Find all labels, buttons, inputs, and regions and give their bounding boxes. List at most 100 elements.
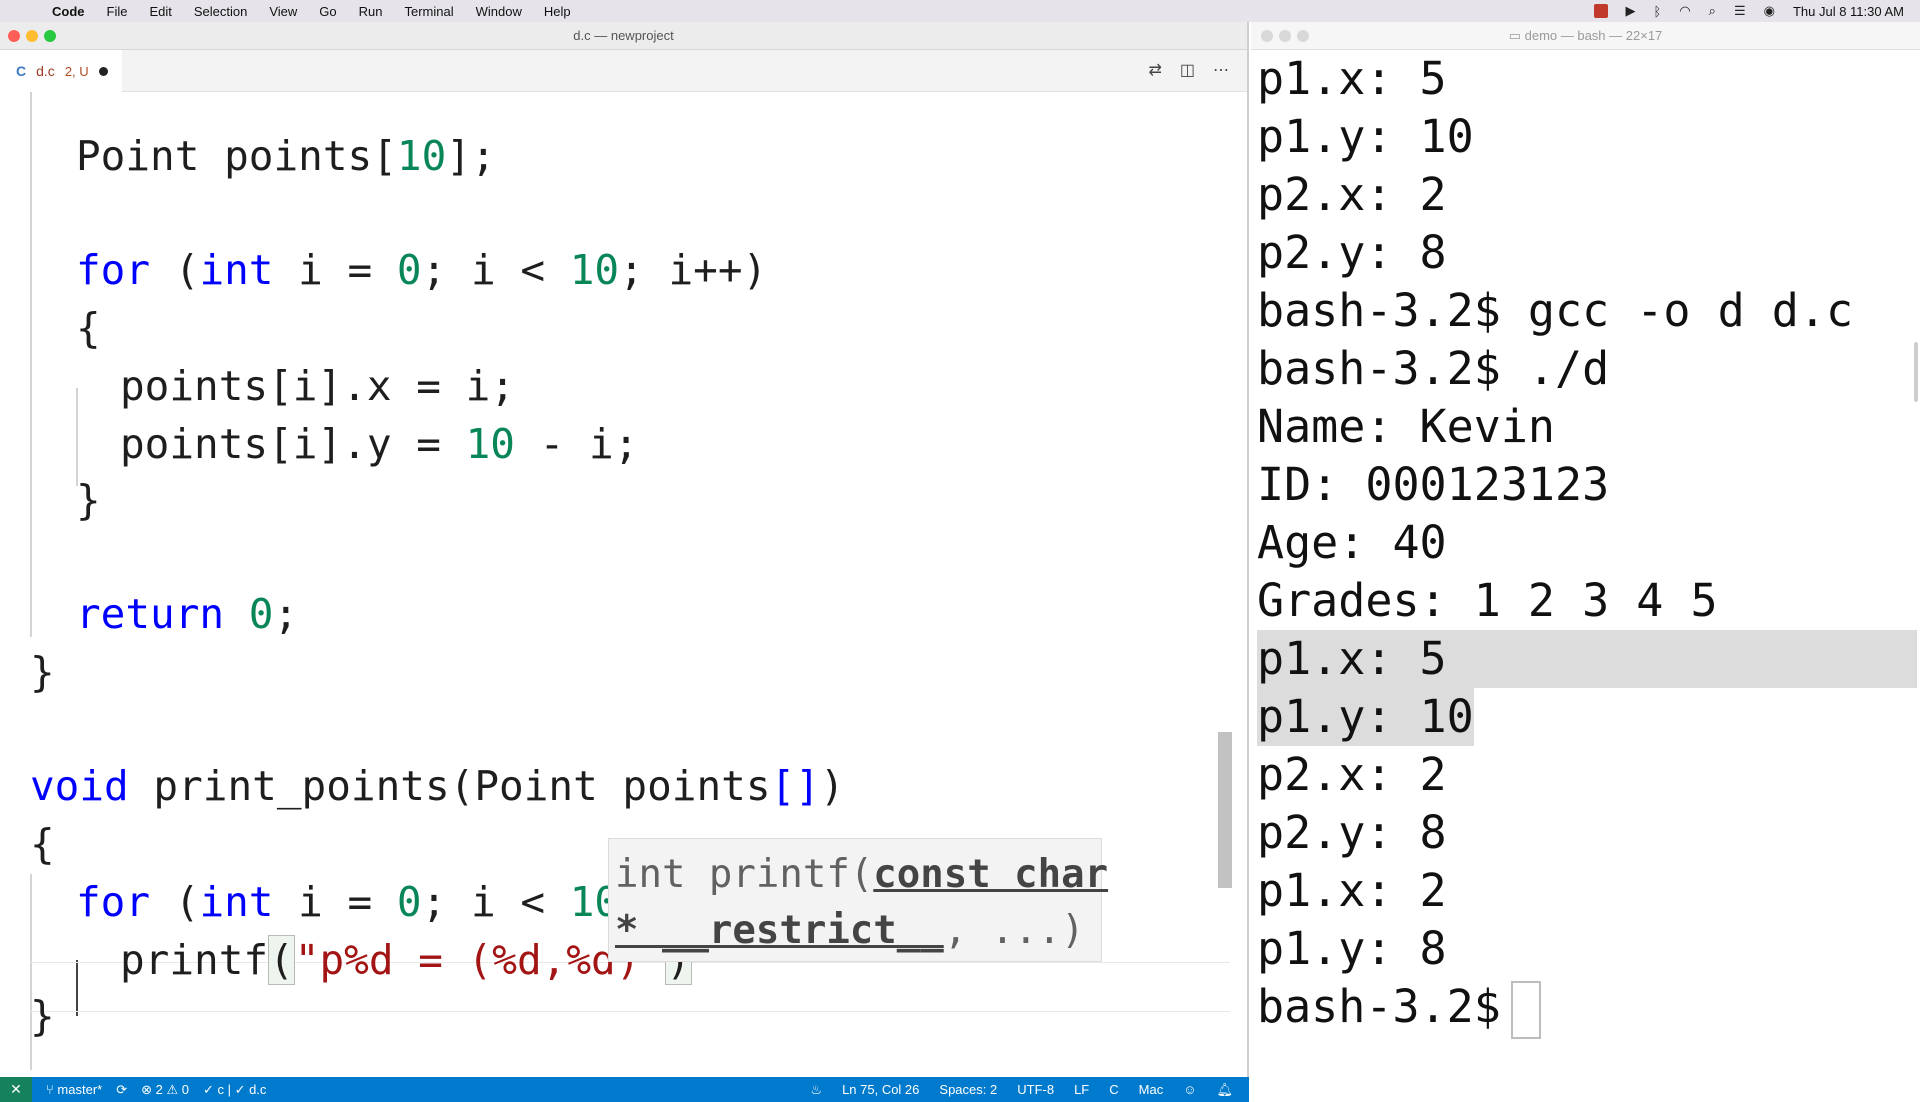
code-line: printf("p%d = (%d,%d)") xyxy=(120,935,692,985)
terminal-prompt-line[interactable]: bash-3.2$ xyxy=(1257,978,1917,1039)
menu-edit[interactable]: Edit xyxy=(149,4,171,19)
editor-scrollbar-thumb[interactable] xyxy=(1218,732,1232,888)
menu-go[interactable]: Go xyxy=(319,4,336,19)
wifi-icon[interactable]: ◠ xyxy=(1679,3,1690,19)
terminal-output[interactable]: p1.x: 5 p1.y: 10 p2.x: 2 p2.y: 8 bash-3.… xyxy=(1257,50,1917,1039)
code-token: print_points(Point points xyxy=(128,762,771,810)
editor-window: d.c — newproject C d.c 2, U ⇄ ◫ ⋯ Point … xyxy=(0,22,1249,1102)
platform-config[interactable]: Mac xyxy=(1139,1082,1164,1097)
unsaved-dot-icon[interactable] xyxy=(98,66,108,76)
terminal-line: p2.x: 2 xyxy=(1257,168,1447,221)
code-token: 10 xyxy=(465,420,515,468)
code-line: Point points[10]; xyxy=(76,132,496,180)
menu-help[interactable]: Help xyxy=(544,4,571,19)
parameter-hint-tooltip: int printf(const char * __restrict__, ..… xyxy=(608,838,1108,962)
code-token: } xyxy=(76,476,101,524)
cursor-position[interactable]: Ln 75, Col 26 xyxy=(842,1082,919,1097)
terminal-line: Age: 40 xyxy=(1257,516,1447,569)
code-token: int xyxy=(199,878,274,926)
terminal-line: p2.y: 8 xyxy=(1257,806,1447,859)
siri-icon[interactable]: ◉ xyxy=(1764,3,1775,19)
sync-icon[interactable]: ⟳ xyxy=(116,1082,127,1098)
code-token: int xyxy=(199,246,274,294)
code-token: } xyxy=(30,992,55,1040)
tab-git-status: 2, U xyxy=(64,63,89,79)
code-token: { xyxy=(30,820,55,868)
terminal-title-bar: ▭ demo — bash — 22×17 xyxy=(1251,22,1920,50)
code-token: - i; xyxy=(514,420,639,468)
code-token: ]; xyxy=(446,132,496,180)
lint-status[interactable]: ✓ c | ✓ d.c xyxy=(203,1082,266,1098)
terminal-line: p1.x: 2 xyxy=(1257,864,1447,917)
code-line: } xyxy=(30,648,55,696)
code-line: { xyxy=(30,820,55,868)
code-token: [] xyxy=(770,762,820,810)
menu-app-name[interactable]: Code xyxy=(52,4,85,19)
editor-title-bar: d.c — newproject xyxy=(0,22,1247,50)
open-changes-icon[interactable]: ⇄ xyxy=(1148,60,1161,80)
editor-window-title: d.c — newproject xyxy=(573,28,674,43)
terminal-line: Name: Kevin xyxy=(1257,400,1556,453)
code-token: ( xyxy=(150,878,200,926)
menu-window[interactable]: Window xyxy=(476,4,522,19)
menu-clock[interactable]: Thu Jul 8 11:30 AM xyxy=(1793,4,1904,19)
code-token: return xyxy=(76,590,225,638)
play-icon[interactable]: ▶ xyxy=(1626,3,1636,19)
terminal-minimize-button[interactable] xyxy=(1279,30,1291,42)
code-line: points[i].x = i; xyxy=(120,362,515,410)
notifications-bell-icon[interactable]: 🔔︎ xyxy=(1216,1082,1233,1098)
menu-run[interactable]: Run xyxy=(359,4,383,19)
terminal-scrollbar[interactable] xyxy=(1914,342,1918,402)
indentation-setting[interactable]: Spaces: 2 xyxy=(939,1082,997,1097)
status-bar-right: ♨ Ln 75, Col 26 Spaces: 2 UTF-8 LF C Mac… xyxy=(810,1077,1233,1102)
zoom-window-button[interactable] xyxy=(44,30,56,42)
c-file-icon: C xyxy=(16,63,27,79)
terminal-line: p2.y: 8 xyxy=(1257,226,1447,279)
editor-tab-bar: C d.c 2, U ⇄ ◫ ⋯ xyxy=(0,50,1247,92)
terminal-line: p1.y: 8 xyxy=(1257,922,1447,975)
tab-filename: d.c xyxy=(36,63,55,79)
tab-d-c[interactable]: C d.c 2, U xyxy=(0,50,122,92)
code-token: points[i].y = xyxy=(120,420,466,468)
code-token: { xyxy=(76,304,101,352)
end-of-line[interactable]: LF xyxy=(1074,1082,1089,1097)
spotlight-search-icon[interactable]: ⌕ xyxy=(1709,3,1716,19)
code-token: for xyxy=(76,878,151,926)
remote-indicator-icon[interactable]: ✕ xyxy=(0,1077,32,1102)
code-token: ( xyxy=(150,246,200,294)
code-token: Point points[ xyxy=(76,132,397,180)
close-window-button[interactable] xyxy=(8,30,20,42)
screen-recording-icon[interactable] xyxy=(1593,4,1608,18)
terminal-line-selected: p1.x: 5 xyxy=(1257,630,1917,688)
minimize-window-button[interactable] xyxy=(26,30,38,42)
menu-file[interactable]: File xyxy=(107,4,128,19)
menu-view[interactable]: View xyxy=(269,4,297,19)
terminal-prompt: bash-3.2$ xyxy=(1257,980,1501,1033)
terminal-line-selected-wrapper: p1.y: 10 xyxy=(1257,688,1917,746)
more-actions-icon[interactable]: ⋯ xyxy=(1213,60,1229,80)
terminal-line: ID: 000123123 xyxy=(1257,458,1610,511)
menu-extras: ▶ ᛒ ◠ ⌕ ☰ ◉ Thu Jul 8 11:30 AM xyxy=(1593,0,1904,22)
branch-indicator[interactable]: ⑂ master* xyxy=(46,1082,102,1097)
split-editor-icon[interactable]: ◫ xyxy=(1180,60,1195,80)
code-token: 10 xyxy=(396,132,447,180)
code-token: 10 xyxy=(569,246,620,294)
feedback-icon[interactable]: ☺ xyxy=(1183,1082,1196,1097)
code-token: printf xyxy=(120,936,269,984)
terminal-zoom-button[interactable] xyxy=(1297,30,1309,42)
bluetooth-icon[interactable]: ᛒ xyxy=(1654,4,1662,19)
macos-menu-bar: Code File Edit Selection View Go Run Ter… xyxy=(0,0,1920,22)
flame-icon[interactable]: ♨ xyxy=(810,1082,822,1098)
terminal-line: Grades: 1 2 3 4 5 xyxy=(1257,574,1718,627)
problems-indicator[interactable]: ⊗ 2 ⚠ 0 xyxy=(141,1082,189,1098)
control-center-icon[interactable]: ☰ xyxy=(1734,3,1746,19)
terminal-close-button[interactable] xyxy=(1261,30,1273,42)
menu-selection[interactable]: Selection xyxy=(194,4,247,19)
terminal-cursor xyxy=(1510,981,1541,1039)
terminal-line: p2.x: 2 xyxy=(1257,748,1447,801)
menu-terminal[interactable]: Terminal xyxy=(405,4,454,19)
code-token: ; i < xyxy=(421,878,570,926)
indent-guide xyxy=(76,388,78,486)
language-mode[interactable]: C xyxy=(1109,1082,1118,1097)
file-encoding[interactable]: UTF-8 xyxy=(1017,1082,1054,1097)
